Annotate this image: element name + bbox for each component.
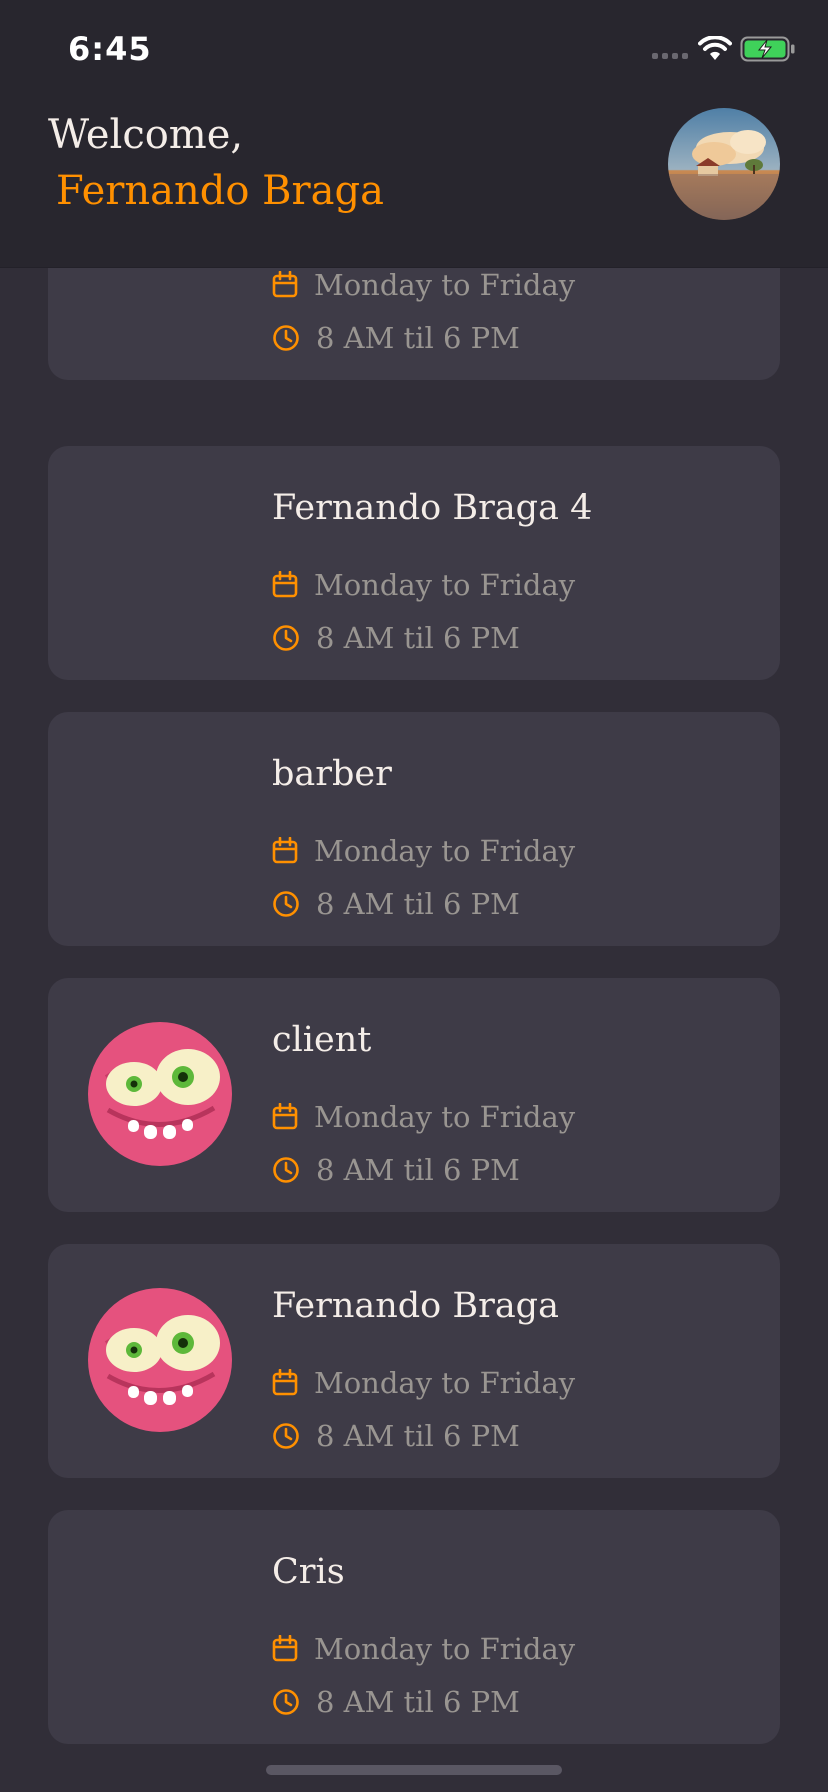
app-header: 6:45 Welcome, Fernando Braga [0,0,828,268]
calendar-icon [272,1369,298,1396]
clock-icon [273,891,299,917]
provider-hours: 8 AM til 6 PM [272,1419,520,1453]
provider-name: Cris [272,1552,345,1592]
calendar-icon [272,271,298,298]
clock-icon [273,625,299,651]
provider-name: Fernando Braga 4 [272,488,593,528]
provider-hours: 8 AM til 6 PM [272,1153,520,1187]
provider-hours: 8 AM til 6 PM [272,1685,520,1719]
provider-card[interactable]: Cris Monday to Friday 8 AM til 6 PM [48,1510,780,1744]
provider-days: Monday to Friday [272,834,575,868]
avatar-image [668,108,780,220]
provider-days: Monday to Friday [272,568,575,602]
clock-icon [273,1689,299,1715]
provider-card[interactable]: Fernando Braga Monday to Friday 8 AM til… [48,1244,780,1478]
monster-avatar [88,1022,232,1166]
provider-name: Fernando Braga [272,1286,559,1326]
calendar-icon [272,837,298,864]
provider-hours: 8 AM til 6 PM [272,887,520,921]
provider-name: barber [272,754,392,794]
welcome-label: Welcome, [48,112,244,158]
provider-card[interactable]: Fernando Braga 4 Monday to Friday 8 AM t… [48,446,780,680]
clock-icon [273,1157,299,1183]
status-time: 6:45 [68,30,152,68]
monster-avatar [88,1288,232,1432]
provider-card[interactable]: client Monday to Friday 8 AM til 6 PM [48,978,780,1212]
cellular-signal-icon [652,53,688,59]
wifi-icon [698,36,732,60]
clock-icon [273,325,299,351]
provider-days: Monday to Friday [272,1366,575,1400]
clock-icon [273,1423,299,1449]
provider-days: Monday to Friday [272,1632,575,1666]
status-bar: 6:45 [0,0,828,100]
battery-charging-icon [740,36,795,62]
calendar-icon [272,1103,298,1130]
provider-hours: 8 AM til 6 PM [272,621,520,655]
user-name[interactable]: Fernando Braga [56,168,384,214]
calendar-icon [272,1635,298,1662]
provider-days: Monday to Friday [272,1100,575,1134]
provider-hours: 8 AM til 6 PM [272,321,520,355]
provider-card[interactable]: barber Monday to Friday 8 AM til 6 PM [48,712,780,946]
calendar-icon [272,571,298,598]
provider-name: client [272,1020,372,1060]
home-indicator[interactable] [266,1765,562,1775]
profile-avatar[interactable] [668,108,780,220]
provider-days: Monday to Friday [272,268,575,302]
